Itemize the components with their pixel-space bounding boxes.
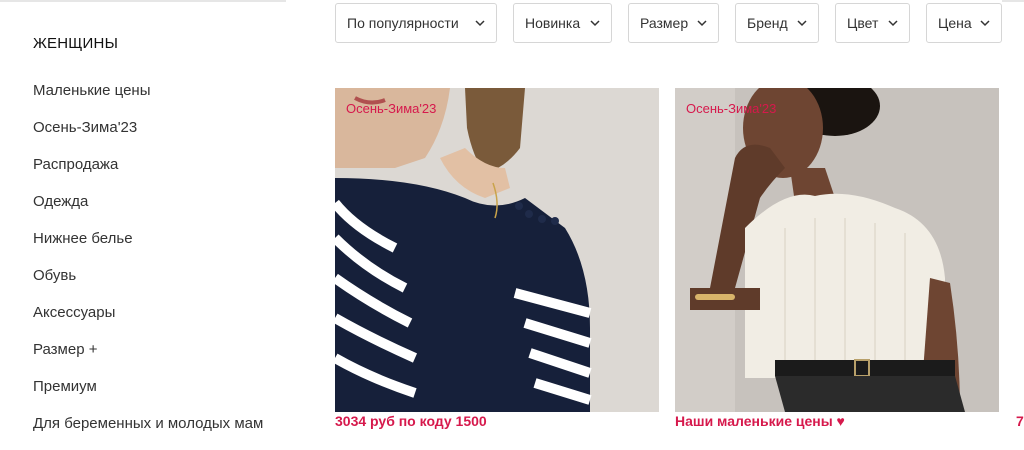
color-filter-dropdown[interactable]: Цвет bbox=[835, 3, 910, 43]
price-filter-label: Цена bbox=[938, 15, 972, 31]
chevron-down-icon bbox=[474, 17, 486, 29]
product-price: 3034 руб по коду 1500 bbox=[335, 413, 487, 429]
size-filter-label: Размер bbox=[640, 15, 689, 31]
top-divider-left bbox=[0, 0, 286, 2]
product-tag: Осень-Зима'23 bbox=[346, 101, 437, 116]
sort-dropdown-label: По популярности bbox=[347, 15, 459, 31]
price-filter-dropdown[interactable]: Цена bbox=[926, 3, 1002, 43]
brand-filter-dropdown[interactable]: Бренд bbox=[735, 3, 819, 43]
category-item-accessories[interactable]: Аксессуары bbox=[33, 302, 263, 339]
chevron-down-icon bbox=[887, 17, 899, 29]
white-knit-top-photo[interactable] bbox=[675, 88, 999, 412]
category-item-shoes[interactable]: Обувь bbox=[33, 265, 263, 302]
category-menu: Маленькие цены Осень-Зима'23 Распродажа … bbox=[33, 80, 263, 450]
category-item-maternity[interactable]: Для беременных и молодых мам bbox=[33, 413, 263, 450]
striped-navy-sweater-photo[interactable] bbox=[335, 88, 659, 412]
product-card[interactable]: Осень-Зима'23 bbox=[335, 88, 659, 412]
chevron-down-icon bbox=[796, 17, 808, 29]
sort-dropdown[interactable]: По популярности bbox=[335, 3, 497, 43]
product-tag: Осень-Зима'23 bbox=[686, 101, 777, 116]
brand-filter-label: Бренд bbox=[747, 15, 788, 31]
category-item-premium[interactable]: Премиум bbox=[33, 376, 263, 413]
category-item-sale[interactable]: Распродажа bbox=[33, 154, 263, 191]
category-item-small-prices[interactable]: Маленькие цены bbox=[33, 80, 263, 117]
category-item-lingerie[interactable]: Нижнее белье bbox=[33, 228, 263, 265]
new-filter-label: Новинка bbox=[525, 15, 581, 31]
chevron-down-icon bbox=[696, 17, 708, 29]
product-price: Наши маленькие цены ♥ bbox=[675, 413, 845, 429]
category-item-autumn-winter[interactable]: Осень-Зима'23 bbox=[33, 117, 263, 154]
category-item-plus-size[interactable]: Размер + bbox=[33, 339, 263, 376]
color-filter-label: Цвет bbox=[847, 15, 879, 31]
size-filter-dropdown[interactable]: Размер bbox=[628, 3, 719, 43]
category-item-clothing[interactable]: Одежда bbox=[33, 191, 263, 228]
product-price-partial: 7 bbox=[1016, 413, 1024, 429]
product-card[interactable]: Осень-Зима'23 bbox=[675, 88, 999, 412]
new-filter-dropdown[interactable]: Новинка bbox=[513, 3, 612, 43]
top-divider-right bbox=[1002, 0, 1024, 2]
category-title: ЖЕНЩИНЫ bbox=[33, 35, 119, 52]
chevron-down-icon bbox=[979, 17, 991, 29]
chevron-down-icon bbox=[589, 17, 601, 29]
